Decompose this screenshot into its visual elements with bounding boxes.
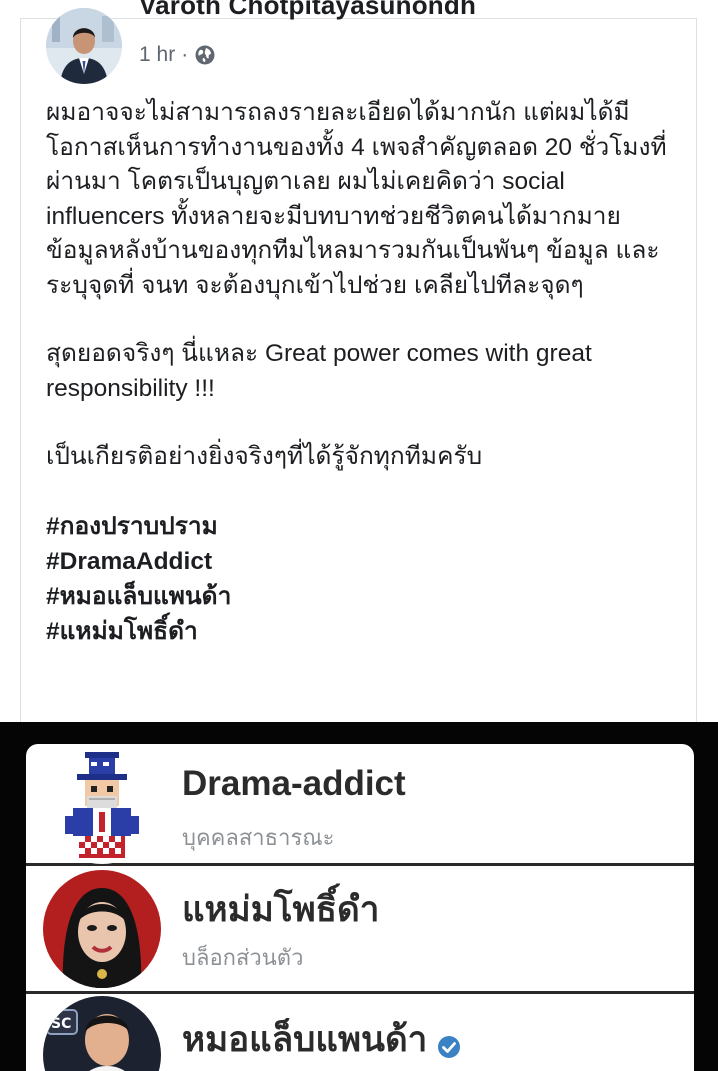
post-paragraph: ผมอาจจะไม่สามารถลงรายละเอียดได้มากนัก แต… xyxy=(46,99,667,299)
hashtag-list: #กองปราบปราม #DramaAddict #หมอแล็บแพนด้า… xyxy=(46,509,686,649)
badge-text: SC xyxy=(51,1016,71,1032)
globe-icon[interactable] xyxy=(194,44,216,66)
facebook-post: Varoth Chotpitayasunondh 1 hr · ผมอาจจะไ… xyxy=(0,0,718,722)
page-list-item[interactable]: แหม่มโพธิ์ดำ บล็อกส่วนตัว xyxy=(26,866,694,994)
hashtag-link[interactable]: #กองปราบปราม xyxy=(46,509,686,544)
page-category: บล็อกส่วนตัว xyxy=(182,945,304,970)
page-list-item[interactable]: Drama-addict บุคคลสาธารณะ xyxy=(26,744,694,866)
page-name-text[interactable]: Drama-addict xyxy=(182,764,406,804)
author-name[interactable]: Varoth Chotpitayasunondh xyxy=(139,0,476,21)
post-timestamp[interactable]: 1 hr xyxy=(139,43,175,67)
post-paragraph: สุดยอดจริงๆ นี่แหละ Great power comes wi… xyxy=(46,340,592,402)
page-name[interactable]: แหม่มโพธิ์ดำ xyxy=(182,882,379,937)
page-name[interactable]: Drama-addict xyxy=(182,764,406,804)
page-avatar-mam-phodam[interactable] xyxy=(43,870,161,988)
pages-list-card: Drama-addict บุคคลสาธารณะ แหม่มโพธิ์ดำ บ… xyxy=(26,744,694,1071)
meta-separator: · xyxy=(181,43,189,66)
hashtag-link[interactable]: #หมอแล็บแพนด้า xyxy=(46,579,686,614)
hashtag-link[interactable]: #DramaAddict xyxy=(46,544,686,579)
page-name-text[interactable]: แหม่มโพธิ์ดำ xyxy=(182,882,379,937)
page-category: บุคคลสาธารณะ xyxy=(182,825,335,850)
post-body: ผมอาจจะไม่สามารถลงรายละเอียดได้มากนัก แต… xyxy=(46,96,686,649)
post-meta: 1 hr · xyxy=(139,43,216,67)
hashtag-link[interactable]: #แหม่มโพธิ์ดำ xyxy=(46,614,686,649)
post-card-border xyxy=(20,18,21,722)
verified-badge-icon xyxy=(437,1028,461,1058)
page-avatar-mor-lab-panda[interactable]: SC xyxy=(43,996,161,1071)
page-name[interactable]: หมอแล็บแพนด้า xyxy=(182,1012,461,1067)
author-avatar[interactable] xyxy=(46,8,122,84)
post-card-border xyxy=(696,18,697,722)
post-paragraph: เป็นเกียรติอย่างยิ่งจริงๆที่ได้รู้จักทุก… xyxy=(46,443,483,470)
page-avatar-drama-addict[interactable] xyxy=(43,746,161,864)
page-list-item[interactable]: SC หมอแล็บแพนด้า xyxy=(26,994,694,1071)
page-name-text[interactable]: หมอแล็บแพนด้า xyxy=(182,1012,427,1067)
